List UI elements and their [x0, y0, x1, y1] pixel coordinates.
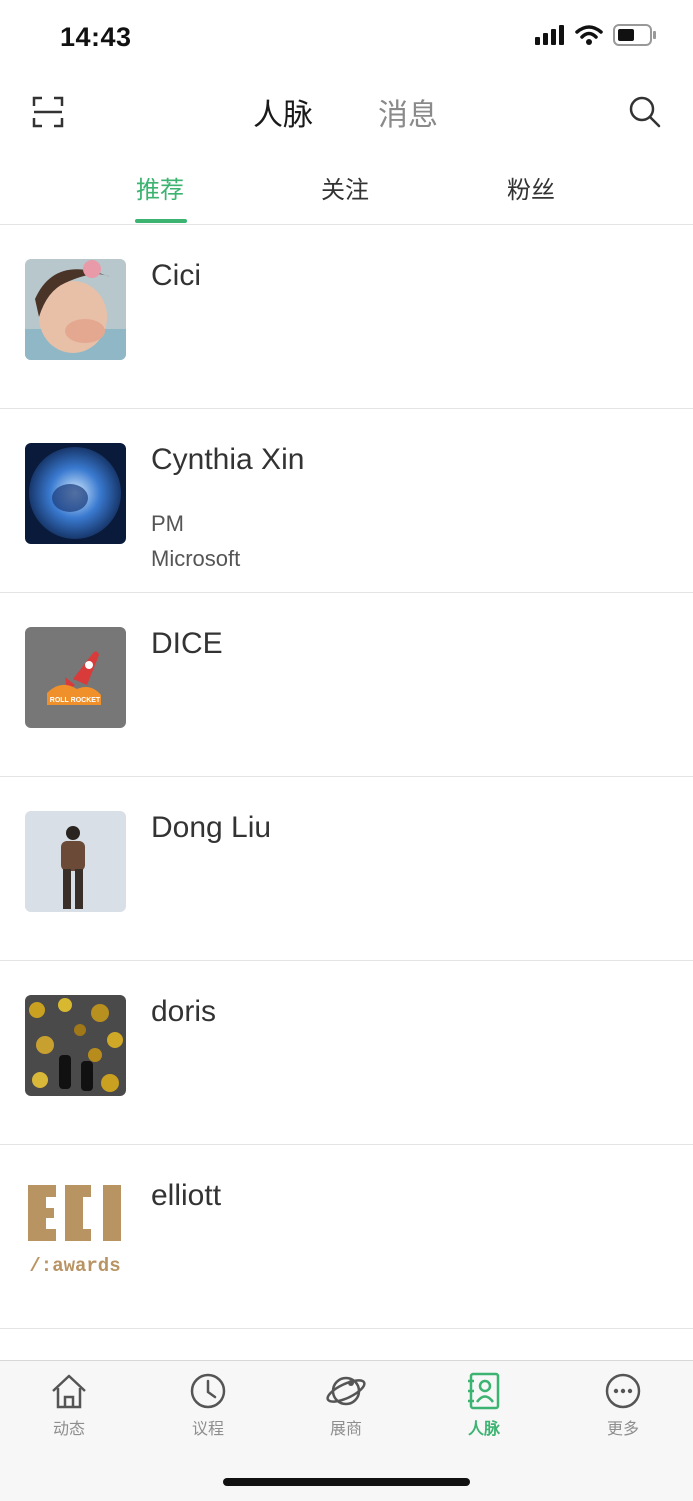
tab-contacts[interactable]: 人脉 — [253, 90, 313, 134]
avatar: /:awards — [25, 1179, 126, 1280]
contact-name: Dong Liu — [151, 811, 272, 844]
tab-moments[interactable]: 动态 — [24, 1371, 114, 1461]
tab-agenda[interactable]: 议程 — [163, 1371, 253, 1461]
tab-following[interactable]: 关注 — [321, 170, 369, 205]
planet-icon — [326, 1376, 366, 1406]
tab-label: 展商 — [329, 1421, 362, 1438]
status-icons — [535, 24, 657, 46]
search-button[interactable] — [627, 94, 663, 130]
contact-name: DICE — [151, 627, 223, 660]
home-indicator — [223, 1478, 470, 1486]
tab-followers[interactable]: 粉丝 — [507, 170, 555, 205]
contact-name: elliott — [151, 1179, 222, 1212]
wifi-icon — [575, 25, 603, 45]
contact-company: Microsoft — [151, 546, 241, 571]
contact-row[interactable]: doris — [0, 961, 693, 1145]
nav-header: 人脉 消息 — [0, 76, 693, 146]
tab-label: 人脉 — [467, 1421, 500, 1438]
contacts-icon — [468, 1372, 500, 1410]
tab-messages[interactable]: 消息 — [378, 90, 438, 134]
active-tab-indicator — [135, 219, 187, 223]
cellular-signal-icon — [535, 25, 564, 45]
contact-row[interactable]: Dong Liu — [0, 777, 693, 961]
contact-row[interactable]: /:awards elliott — [0, 1145, 693, 1329]
tab-recommended[interactable]: 推荐 — [136, 170, 184, 205]
sub-tabs: 推荐 关注 粉丝 — [0, 154, 693, 225]
more-icon — [605, 1373, 641, 1409]
avatar: ROLL ROCKET — [25, 627, 126, 728]
contact-list: Cici Cynthia Xin PM Microsoft ROLL ROCKE… — [0, 225, 693, 1329]
status-bar: 14:43 — [0, 0, 693, 76]
tab-contacts-bottom[interactable]: 人脉 — [439, 1371, 529, 1461]
scan-button[interactable] — [30, 94, 66, 130]
avatar — [25, 811, 126, 912]
contact-title: PM — [151, 511, 184, 536]
tab-more[interactable]: 更多 — [578, 1371, 668, 1461]
clock-icon — [190, 1373, 226, 1409]
battery-icon — [613, 24, 656, 46]
avatar — [25, 443, 126, 544]
avatar-logo-text: /:awards — [29, 1255, 120, 1277]
contact-row[interactable]: Cynthia Xin PM Microsoft — [0, 409, 693, 593]
status-time: 14:43 — [60, 22, 132, 52]
tab-label: 议程 — [191, 1421, 224, 1438]
contact-name: Cynthia Xin — [151, 443, 305, 476]
tab-label: 更多 — [606, 1421, 639, 1438]
search-icon — [629, 96, 661, 128]
contact-name: doris — [151, 995, 217, 1028]
tab-label: 动态 — [52, 1421, 85, 1438]
avatar-logo-text: ROLL ROCKET — [50, 697, 101, 704]
tab-exhibitors[interactable]: 展商 — [301, 1371, 391, 1461]
contact-row[interactable]: Cici — [0, 225, 693, 409]
avatar — [25, 995, 126, 1096]
avatar — [25, 259, 126, 360]
contact-row[interactable]: ROLL ROCKET DICE — [0, 593, 693, 777]
home-icon — [52, 1374, 86, 1409]
scan-icon — [32, 96, 64, 128]
contact-name: Cici — [151, 259, 201, 292]
